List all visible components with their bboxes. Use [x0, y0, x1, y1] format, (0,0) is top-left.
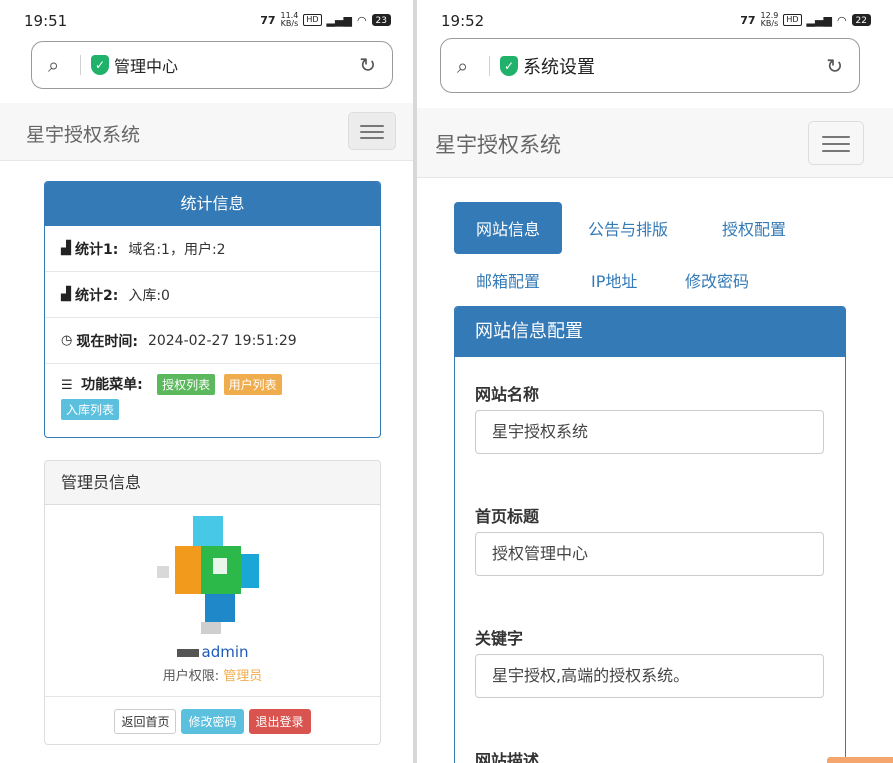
hamburger-line — [822, 150, 850, 152]
brand-title[interactable]: 星宇授权系统 — [435, 129, 561, 159]
address-separator — [80, 55, 81, 75]
logout-button[interactable]: 退出登录 — [248, 709, 311, 734]
admin-role-value: 管理员 — [223, 669, 263, 684]
menu-user-list-button[interactable]: 用户列表 — [223, 374, 282, 395]
hamburger-line — [360, 125, 384, 127]
home-title-input[interactable]: 授权管理中心 — [475, 532, 824, 576]
list-icon: ☰ — [61, 378, 73, 393]
hamburger-line — [360, 131, 384, 133]
tab-ip-address[interactable]: IP地址 — [591, 268, 637, 292]
tab-mail-config[interactable]: 邮箱配置 — [476, 268, 540, 292]
menu-toggle-button[interactable] — [808, 121, 864, 165]
address-separator — [489, 55, 490, 76]
signal-icon: ▂▄▆ — [806, 13, 832, 27]
wifi-icon: ◠ — [356, 13, 367, 27]
admin-panel: 管理员信息 admin 用户权限: 管理员 返回首页 修改密码 退出登录 — [44, 460, 381, 745]
left-phone-screen: 19:51 77 11.4 KB/s HD ▂▄▆ ◠ 23 ⌕ ✓ 管理中心 … — [0, 0, 413, 763]
right-phone-screen: 19:52 77 12.9 KB/s HD ▂▄▆ ◠ 22 ⌕ ✓ 系统设置 … — [417, 0, 893, 763]
admin-username-line: admin — [45, 643, 380, 661]
home-title-label: 首页标题 — [475, 507, 540, 526]
corner-badge — [827, 757, 893, 763]
status-time: 19:52 — [441, 12, 485, 30]
stats-row-1: ▟ 统计1: 域名:1，用户:2 — [45, 226, 380, 272]
clock-icon: ◷ — [61, 333, 73, 348]
secure-shield-icon: ✓ — [91, 55, 109, 75]
back-home-button[interactable]: 返回首页 — [114, 709, 177, 734]
network-speed: 11.4 KB/s — [280, 11, 299, 28]
avatar — [153, 516, 277, 636]
address-bar[interactable]: ⌕ ✓ 系统设置 ↻ — [440, 38, 860, 93]
admin-panel-title: 管理员信息 — [45, 461, 380, 505]
carrier-icon: 77 — [740, 13, 756, 27]
tab-change-password[interactable]: 修改密码 — [685, 268, 749, 292]
site-name-label: 网站名称 — [475, 385, 540, 404]
tab-notice-layout[interactable]: 公告与排版 — [588, 216, 668, 240]
address-title: 系统设置 — [523, 56, 595, 78]
reload-icon[interactable]: ↻ — [359, 53, 376, 77]
menu-toggle-button[interactable] — [348, 112, 396, 150]
signal-icon: ▂▄▆ — [326, 13, 352, 27]
site-name-input[interactable]: 星宇授权系统 — [475, 410, 824, 454]
keywords-label: 关键字 — [475, 629, 524, 648]
hd-icon: HD — [303, 14, 322, 26]
hamburger-line — [822, 136, 850, 138]
keywords-input[interactable]: 星宇授权,高端的授权系统。 — [475, 654, 824, 698]
admin-username: admin — [201, 643, 249, 661]
wifi-icon: ◠ — [836, 13, 847, 27]
hamburger-line — [822, 143, 850, 145]
bar-chart-icon: ▟ — [61, 287, 71, 302]
status-icons: 77 11.4 KB/s HD ▂▄▆ ◠ 23 — [260, 12, 391, 28]
battery-icon: 23 — [371, 14, 391, 26]
menu-license-list-button[interactable]: 授权列表 — [157, 374, 216, 395]
admin-actions: 返回首页 修改密码 退出登录 — [45, 696, 380, 744]
network-speed: 12.9 KB/s — [760, 11, 779, 28]
address-title: 管理中心 — [114, 57, 179, 76]
admin-role-line: 用户权限: 管理员 — [162, 669, 263, 684]
brand-title[interactable]: 星宇授权系统 — [26, 120, 140, 147]
menu-storage-list-button[interactable]: 入库列表 — [61, 399, 120, 420]
site-config-title: 网站信息配置 — [455, 307, 845, 357]
navbar: 星宇授权系统 — [0, 103, 413, 161]
battery-icon: 22 — [851, 14, 871, 26]
stats-row-time: ◷ 现在时间: 2024-02-27 19:51:29 — [45, 318, 380, 364]
stats-row-2: ▟ 统计2: 入库:0 — [45, 272, 380, 318]
status-bar: 19:52 77 12.9 KB/s HD ▂▄▆ ◠ 22 — [417, 0, 893, 40]
search-icon[interactable]: ⌕ — [48, 53, 70, 77]
carrier-icon: 77 — [260, 13, 276, 27]
search-icon[interactable]: ⌕ — [457, 54, 479, 78]
navbar: 星宇授权系统 — [417, 108, 893, 178]
site-config-panel: 网站信息配置 网站名称 星宇授权系统 首页标题 授权管理中心 关键字 星宇授权,… — [454, 306, 846, 763]
secure-shield-icon: ✓ — [500, 55, 518, 76]
stats-panel: 统计信息 ▟ 统计1: 域名:1，用户:2 ▟ 统计2: 入库:0 ◷ 现在时间… — [44, 181, 381, 438]
status-time: 19:51 — [24, 12, 68, 30]
hd-icon: HD — [783, 14, 802, 26]
hamburger-line — [360, 137, 384, 139]
bar-chart-icon: ▟ — [61, 241, 71, 256]
address-bar[interactable]: ⌕ ✓ 管理中心 ↻ — [31, 41, 393, 89]
reload-icon[interactable]: ↻ — [826, 54, 843, 78]
redacted-text — [176, 648, 199, 657]
tab-license-config[interactable]: 授权配置 — [722, 216, 786, 240]
change-password-button[interactable]: 修改密码 — [181, 709, 244, 734]
status-icons: 77 12.9 KB/s HD ▂▄▆ ◠ 22 — [740, 12, 871, 28]
tab-site-info[interactable]: 网站信息 — [454, 202, 563, 254]
stats-panel-title: 统计信息 — [45, 182, 380, 226]
site-description-label: 网站描述 — [475, 751, 540, 763]
status-bar: 19:51 77 11.4 KB/s HD ▂▄▆ ◠ 23 — [0, 0, 413, 40]
stats-row-menu: ☰ 功能菜单: 授权列表 用户列表 入库列表 — [45, 364, 380, 420]
